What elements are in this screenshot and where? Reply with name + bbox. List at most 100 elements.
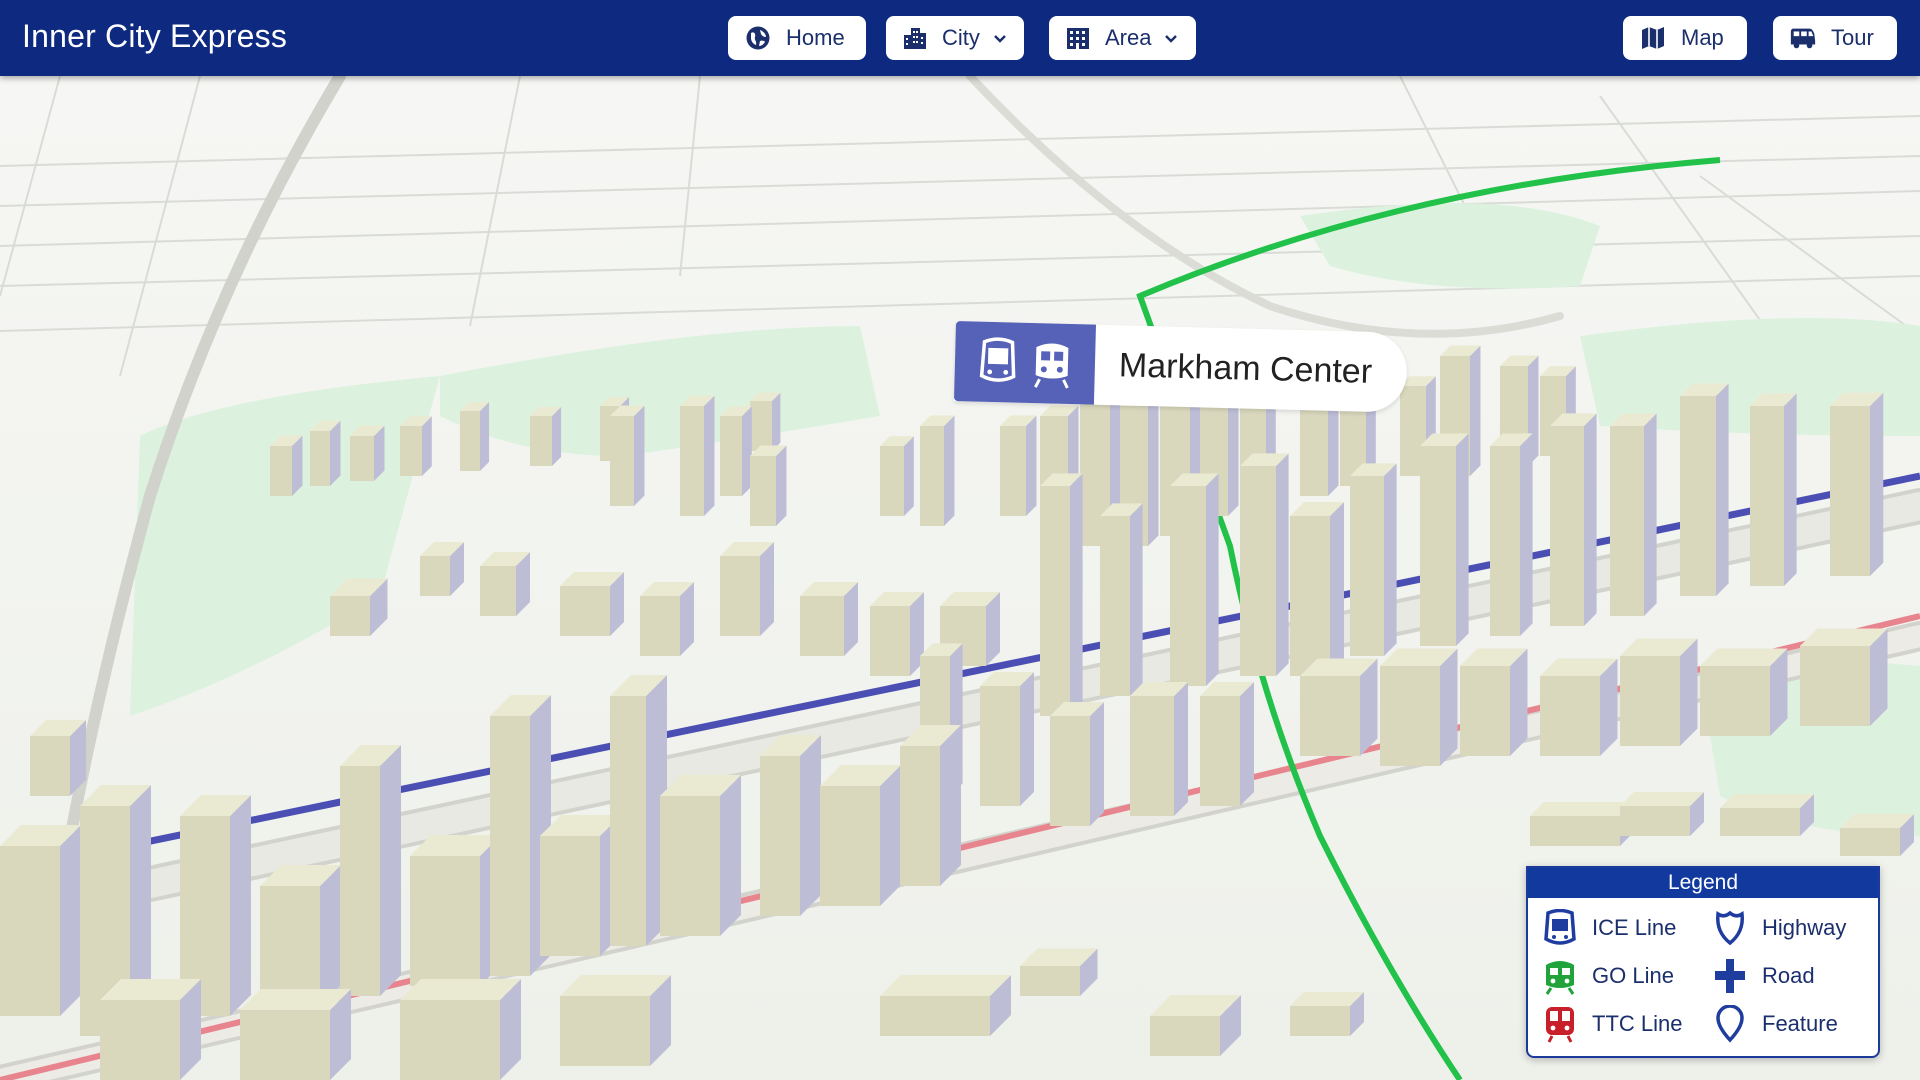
building [1620,638,1698,746]
building [1460,648,1528,756]
building [1420,433,1469,646]
building [1040,473,1083,716]
chevron-down-icon [1163,29,1180,47]
building [1530,802,1634,846]
building [480,552,530,616]
building [610,675,667,946]
building [410,835,501,986]
legend-item-ttc-line: TTC Line [1542,1004,1682,1044]
building [660,775,741,936]
legend-panel: Legend ICE Line Highway GO Line Road TTC… [1526,866,1880,1058]
building [420,542,464,596]
legend-label: Feature [1762,1011,1838,1036]
building [1800,628,1888,726]
globe-icon [744,24,772,52]
building [240,989,351,1080]
building [1830,392,1884,576]
city-dropdown[interactable]: City [886,16,1024,60]
building [1610,413,1657,616]
area-label: Area [1105,25,1152,50]
building [1290,992,1364,1036]
building [820,765,901,906]
building [870,592,924,676]
building [720,406,752,496]
station-marker[interactable]: Markham Center [953,321,1408,413]
building [530,406,562,466]
map-label: Map [1681,25,1724,50]
tour-button[interactable]: Tour [1773,16,1897,60]
area-dropdown[interactable]: Area [1049,16,1196,60]
building [1550,413,1597,626]
building [460,401,490,471]
building [1750,393,1797,586]
train-icon [1029,336,1074,391]
legend-label: TTC Line [1592,1011,1683,1036]
building [310,420,341,486]
city-label: City [942,25,980,50]
building [1170,473,1219,686]
legend-items: ICE Line Highway GO Line Road TTC Line F… [1542,908,1872,1054]
legend-title: Legend [1528,868,1878,898]
legend-label: Highway [1762,915,1847,940]
tour-label: Tour [1831,25,1874,50]
building [270,435,303,496]
map-button[interactable]: Map [1623,16,1747,60]
top-bar: Inner City Express Home City Area Map To… [0,0,1920,76]
building [800,582,858,656]
building [720,542,774,636]
building [350,425,385,481]
map-icon [1639,24,1667,52]
station-icons [953,321,1096,405]
building [760,735,821,916]
building [1350,463,1397,656]
map-pin-icon [1712,1004,1748,1044]
map-view[interactable]: Markham Center Legend ICE Line Highway G… [0,76,1920,1080]
cross-road-icon [1712,956,1748,996]
building [1150,995,1241,1056]
home-button[interactable]: Home [728,16,866,60]
building [980,672,1034,806]
building [1000,415,1037,516]
building [1720,794,1814,836]
building [1050,702,1104,826]
building [1300,658,1378,756]
legend-item-ice-line: ICE Line [1542,908,1676,948]
building [340,745,401,996]
app-title: Inner City Express [22,18,288,54]
building [1020,948,1098,996]
building [880,975,1011,1036]
building [640,582,694,656]
building [400,979,521,1080]
building [1200,682,1254,806]
building [880,436,914,516]
building [1240,453,1289,676]
legend-label: GO Line [1592,963,1674,988]
building [920,415,955,526]
station-name: Markham Center [1118,345,1373,391]
legend-item-highway: Highway [1712,908,1846,948]
building [1840,814,1914,856]
building [1680,383,1729,596]
subway-icon [1542,1004,1578,1044]
tram-icon [1542,908,1578,948]
building [400,416,432,476]
building [540,815,621,956]
legend-label: Road [1762,963,1815,988]
building [100,979,201,1080]
building [1290,502,1344,676]
building [0,825,81,1016]
building [1130,682,1188,816]
shield-icon [1712,908,1748,948]
tram-icon [975,335,1020,390]
building [1100,503,1143,696]
building [1490,433,1533,636]
building [560,572,624,636]
chevron-down-icon [992,29,1008,47]
legend-item-go-line: GO Line [1542,956,1674,996]
train-icon [1542,956,1578,996]
building [560,975,671,1066]
legend-item-road: Road [1712,956,1815,996]
legend-item-feature: Feature [1712,1004,1838,1044]
legend-label: ICE Line [1592,915,1677,940]
building-icon [1065,24,1091,52]
